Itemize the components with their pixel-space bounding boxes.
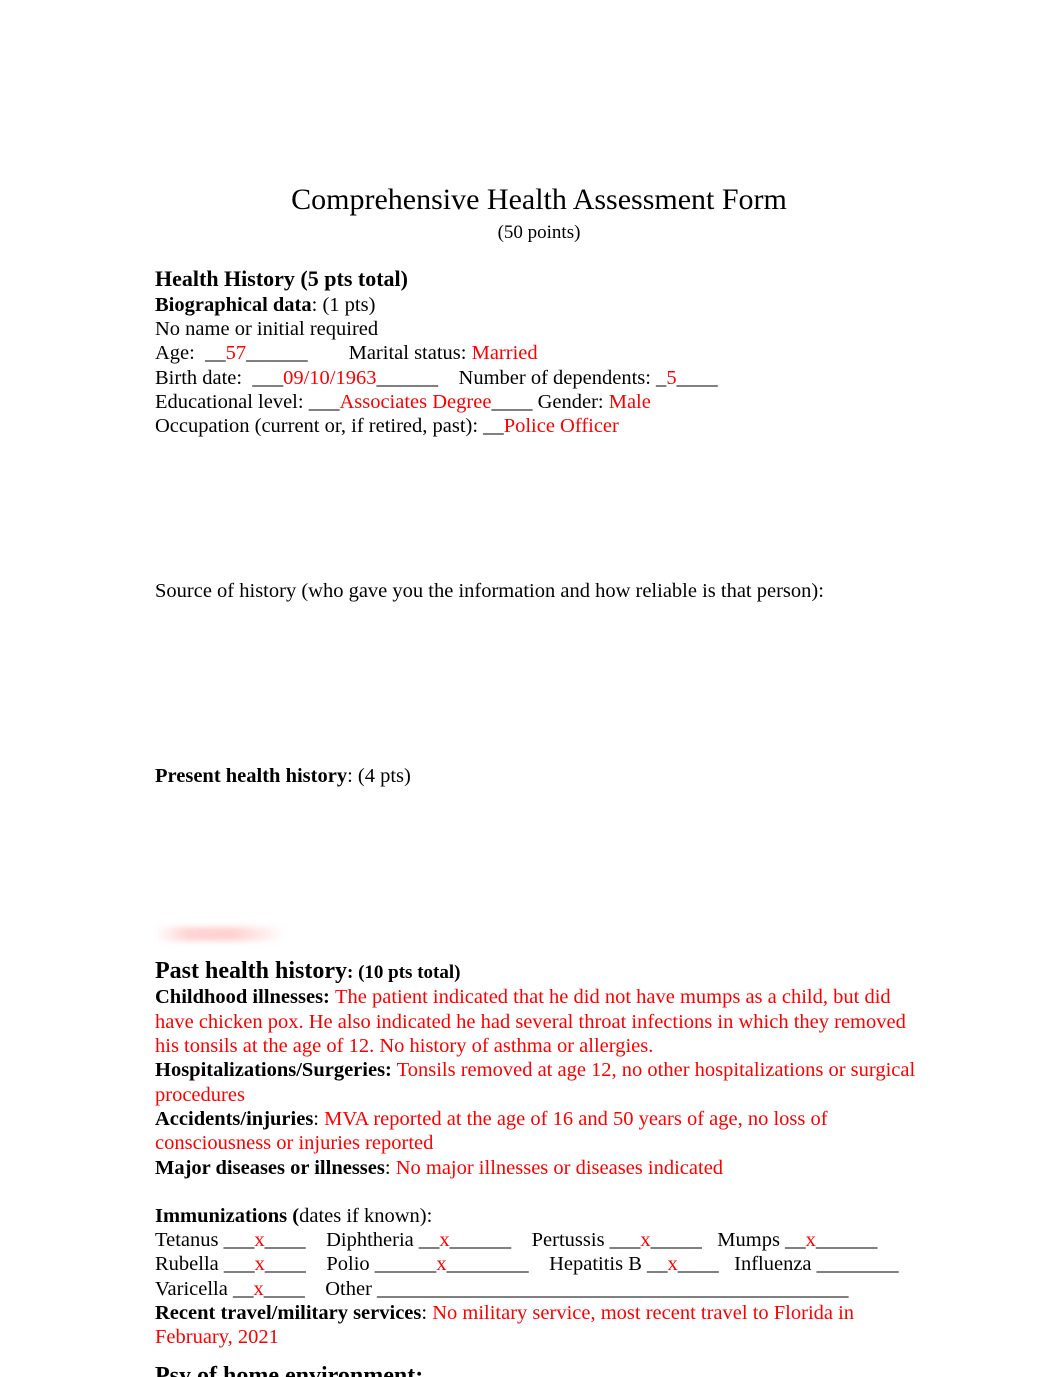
spacer-before-past-history — [155, 788, 923, 957]
marital-status-label: Marital status: — [307, 342, 472, 365]
immunization-diphtheria-rule: ______ — [449, 1229, 532, 1252]
next-section-heading-clipped: Psy of home environment: — [155, 1363, 424, 1377]
immunization-row: Varicella __x____ Other ________________… — [155, 1277, 923, 1301]
immunization-tetanus-mark: x — [254, 1229, 265, 1252]
immunizations-label: Immunizations ( — [155, 1204, 300, 1227]
occupation-value: Police Officer — [503, 415, 619, 438]
occupation-label: Occupation (current or, if retired, past… — [155, 415, 504, 438]
past-health-history-points: : (10 pts total) — [347, 962, 461, 984]
immunization-varicella-rule: ____ — [263, 1277, 326, 1300]
hospitalizations-line: Hospitalizations/Surgeries: Tonsils remo… — [155, 1058, 923, 1107]
gender-value: Male — [608, 390, 651, 413]
immunization-diphtheria-label: Diphtheria __ — [326, 1229, 440, 1252]
education-trailing-rule: ____ — [491, 390, 533, 413]
hospitalizations-label: Hospitalizations/Surgeries: — [155, 1059, 392, 1082]
biographical-data-block: Biographical data: (1 pts) No name or in… — [155, 293, 923, 439]
biographical-data-points: : (1 pts) — [311, 293, 376, 316]
occupation-line: Occupation (current or, if retired, past… — [155, 414, 923, 438]
immunization-pertussis-rule: _____ — [650, 1229, 718, 1252]
immunization-polio-label: Polio ______ — [326, 1253, 437, 1276]
immunization-rubella-label: Rubella ___ — [155, 1253, 255, 1276]
present-health-history-points: : (4 pts) — [347, 764, 411, 787]
education-label: Educational level: ___ — [155, 390, 340, 413]
immunization-polio-rule: ________ — [446, 1253, 550, 1276]
immunization-row: Tetanus ___x____ Diphtheria __x______ Pe… — [155, 1228, 923, 1252]
birthdate-trailing-rule: ______ — [376, 366, 439, 389]
major-diseases-label: Major diseases or illnesses — [155, 1156, 385, 1179]
past-health-history-heading: Past health history — [155, 958, 347, 985]
recent-travel-line: Recent travel/military services: No mili… — [155, 1301, 923, 1350]
past-health-history-heading-line: Past health history: (10 pts total) — [155, 957, 923, 985]
spacer-before-source — [155, 439, 923, 579]
health-history-heading: Health History (5 pts total) — [155, 265, 408, 291]
dependents-value: 5 — [666, 366, 677, 389]
major-diseases-line: Major diseases or illnesses: No major il… — [155, 1156, 923, 1180]
source-of-history-label: Source of history (who gave you the info… — [155, 579, 824, 602]
age-trailing-rule: ______ — [246, 342, 308, 365]
spacer-before-immunizations — [155, 1180, 923, 1204]
present-health-history-label: Present health history — [155, 764, 348, 787]
spacer-before-present-history — [155, 603, 923, 764]
marital-status-value: Married — [471, 342, 538, 365]
immunization-influenza-label: Influenza ________ — [734, 1253, 899, 1276]
age-marital-line: Age: __57______ Marital status: Married — [155, 341, 923, 365]
major-diseases-answer: No major illnesses or diseases indicated — [395, 1156, 724, 1179]
immunizations-label-rest: dates if known): — [299, 1204, 433, 1227]
recent-travel-label: Recent travel/military services — [155, 1302, 422, 1325]
present-health-history-line: Present health history: (4 pts) — [155, 764, 923, 788]
gender-label: Gender: — [532, 390, 609, 413]
no-name-note: No name or initial required — [155, 318, 379, 341]
immunization-varicella-label: Varicella __ — [155, 1277, 254, 1300]
biographical-data-label: Biographical data — [155, 293, 312, 316]
major-diseases-separator: : — [384, 1156, 396, 1179]
accidents-injuries-separator: : — [313, 1107, 325, 1130]
immunization-hepatitisb-mark: x — [667, 1253, 678, 1276]
age-value: 57 — [225, 342, 247, 365]
biographical-data-label-line: Biographical data: (1 pts) — [155, 293, 923, 317]
education-gender-line: Educational level: ___Associates Degree_… — [155, 390, 923, 414]
childhood-illnesses-line: Childhood illnesses: The patient indicat… — [155, 985, 923, 1058]
accidents-injuries-label: Accidents/injuries — [155, 1107, 314, 1130]
immunization-hepatitisb-label: Hepatitis B __ — [549, 1253, 668, 1276]
birthdate-value: 09/10/1963 — [283, 366, 377, 389]
recent-travel-separator: : — [421, 1302, 433, 1325]
immunization-polio-mark: x — [436, 1253, 447, 1276]
birthdate-dependents-line: Birth date: ___09/10/1963______ Number o… — [155, 366, 923, 390]
page-title: Comprehensive Health Assessment Form — [291, 183, 787, 216]
immunizations-heading-line: Immunizations (dates if known): — [155, 1204, 923, 1228]
immunization-mumps-mark: x — [805, 1229, 816, 1252]
childhood-illnesses-label: Childhood illnesses — [155, 986, 324, 1009]
immunization-rubella-mark: x — [254, 1253, 265, 1276]
immunization-pertussis-label: Pertussis ___ — [531, 1229, 641, 1252]
page-subtitle: (50 points) — [497, 222, 581, 243]
accidents-injuries-line: Accidents/injuries: MVA reported at the … — [155, 1107, 923, 1156]
immunization-pertussis-mark: x — [640, 1229, 651, 1252]
immunization-varicella-mark: x — [253, 1277, 264, 1300]
document-page: Comprehensive Health Assessment Form (50… — [0, 0, 1062, 1377]
immunization-tetanus-label: Tetanus ___ — [155, 1229, 255, 1252]
immunization-other-label: Other __________________________________… — [325, 1277, 849, 1300]
dependents-label: Number of dependents: _ — [438, 366, 667, 389]
age-label: Age: __ — [155, 342, 226, 365]
dependents-trailing-rule: ____ — [676, 366, 718, 389]
education-value: Associates Degree — [339, 390, 492, 413]
birthdate-label: Birth date: ___ — [155, 366, 284, 389]
immunization-hepatitisb-rule: ____ — [677, 1253, 735, 1276]
immunization-mumps-label: Mumps __ — [717, 1229, 806, 1252]
immunization-diphtheria-mark: x — [439, 1229, 450, 1252]
immunization-row: Rubella ___x____ Polio ______x________ H… — [155, 1252, 923, 1276]
health-history-section: Health History (5 pts total) Biographica… — [155, 266, 923, 439]
immunization-rubella-rule: ____ — [264, 1253, 327, 1276]
document-content: Comprehensive Health Assessment Form (50… — [155, 0, 923, 1350]
childhood-illnesses-separator: : — [323, 986, 335, 1009]
immunization-tetanus-rule: ____ — [264, 1229, 327, 1252]
immunization-mumps-rule: ______ — [815, 1229, 878, 1252]
